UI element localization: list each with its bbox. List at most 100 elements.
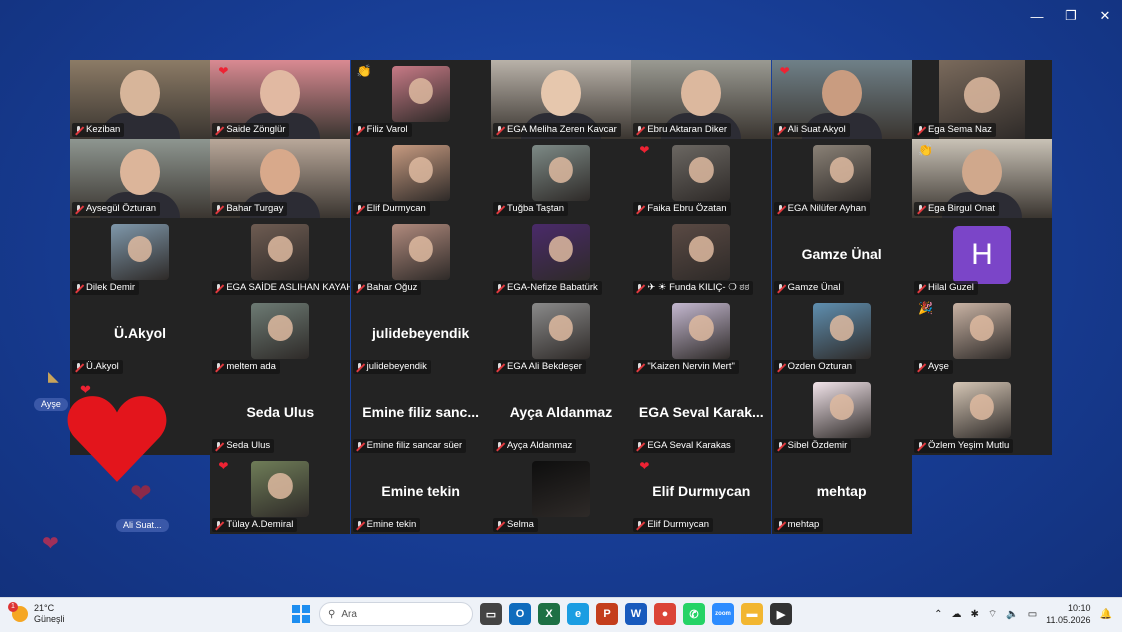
participant-tile[interactable]: ❤ Tülay A.Demiral xyxy=(210,455,351,534)
participant-tile[interactable]: Keziban xyxy=(70,60,210,139)
participant-tile[interactable]: EGA-Nefize Babatürk xyxy=(490,218,631,297)
weather-widget[interactable]: 1 21°C Güneşli xyxy=(8,602,65,625)
mic-muted-icon xyxy=(635,283,644,293)
participant-tile[interactable]: Ü.Akyol Ü.Akyol xyxy=(70,297,210,376)
participant-name-label: Aysegül Özturan xyxy=(72,202,161,216)
participant-tile[interactable]: Bahar Turgay xyxy=(210,139,351,218)
participant-name-label: Saide Zönglür xyxy=(212,123,290,137)
participant-tile[interactable]: 👏 Ega Birgul Onat xyxy=(911,139,1052,218)
participant-tile[interactable]: Emine filiz sanc... Emine filiz sancar sü… xyxy=(350,376,491,455)
search-placeholder: Ara xyxy=(341,608,357,620)
volume-icon[interactable]: 🔈 xyxy=(1006,609,1018,620)
participant-name: meltem ada xyxy=(226,361,276,372)
participant-display-name: EGA Seval Karak... xyxy=(638,404,764,420)
zoom-icon[interactable]: zoom xyxy=(712,603,734,625)
participant-tile[interactable]: julidebeyendik julidebeyendik xyxy=(350,297,491,376)
clock[interactable]: 10:10 11.05.2026 xyxy=(1046,602,1090,626)
participant-tile[interactable]: Emine tekin Emine tekin xyxy=(350,455,491,534)
participant-tile[interactable]: EGA Seval Karak... EGA Seval Karakas xyxy=(631,376,772,455)
close-button[interactable]: ✕ xyxy=(1088,0,1122,32)
participant-tile[interactable]: meltem ada xyxy=(210,297,351,376)
restore-button[interactable]: ❐ xyxy=(1054,0,1088,32)
heart-reaction-icon xyxy=(67,396,167,482)
participant-tile[interactable]: Ebru Aktaran Diker xyxy=(631,60,772,139)
participant-name-label: Ega Sema Naz xyxy=(913,123,996,137)
start-button[interactable] xyxy=(290,603,312,625)
cloud-icon[interactable]: ☁ xyxy=(951,609,961,620)
mic-muted-icon xyxy=(214,520,223,530)
bluetooth-icon[interactable]: ✱ xyxy=(970,609,978,620)
participant-tile[interactable]: ❤ Ali Suat Akyol xyxy=(771,60,912,139)
outlook-icon[interactable]: O xyxy=(509,603,531,625)
participant-name-label: Ayşe xyxy=(913,360,953,374)
mic-muted-icon xyxy=(214,441,223,451)
participant-tile[interactable]: Tuğba Taştan xyxy=(490,139,631,218)
participant-name: Dilek Demir xyxy=(86,282,136,293)
participant-name: Emine tekin xyxy=(366,519,417,530)
participant-name-label: Seda Ulus xyxy=(212,439,275,453)
mic-muted-icon xyxy=(635,125,644,135)
participant-tile[interactable]: EGA Ali Bekdeşer xyxy=(490,297,631,376)
participant-tile[interactable]: 🎉 Ayşe xyxy=(911,297,1052,376)
mic-muted-icon xyxy=(916,441,925,451)
participant-tile[interactable]: Ozden Ozturan xyxy=(771,297,912,376)
participant-video xyxy=(952,382,1011,438)
participant-tile[interactable]: "Kaizen Nervin Mert" xyxy=(631,297,772,376)
participant-display-name: Gamze Ünal xyxy=(801,246,882,262)
edge-icon[interactable]: e xyxy=(567,603,589,625)
participant-name: Bahar Oğuz xyxy=(366,282,418,293)
participant-name-label: Filiz Varol xyxy=(352,123,412,137)
participant-tile[interactable]: Selma xyxy=(490,455,631,534)
battery-icon[interactable]: ▭ xyxy=(1028,609,1037,620)
participant-tile[interactable]: Bahar Oğuz xyxy=(350,218,491,297)
participant-tile[interactable]: Aysegül Özturan xyxy=(70,139,210,218)
participant-name: EGA Nilüfer Ayhan xyxy=(787,203,867,214)
participant-tile[interactable]: ❤ Saide Zönglür xyxy=(210,60,351,139)
participant-tile[interactable]: Gamze Ünal Gamze Ünal xyxy=(771,218,912,297)
clock-date: 11.05.2026 xyxy=(1046,615,1091,625)
participant-tile[interactable]: H Hilal Guzel xyxy=(911,218,1052,297)
notification-bell-icon[interactable]: 🔔 xyxy=(1100,609,1112,620)
participant-tile[interactable]: 👏 Filiz Varol xyxy=(350,60,491,139)
whatsapp-icon[interactable]: ✆ xyxy=(683,603,705,625)
mic-muted-icon xyxy=(635,362,644,372)
participant-tile[interactable]: EGA SAİDE ASLIHAN KAYAH... xyxy=(210,218,351,297)
participant-name: Saide Zönglür xyxy=(226,124,286,135)
chevron-up-icon[interactable]: ⌃ xyxy=(934,609,942,620)
windows-icon xyxy=(292,605,310,623)
wifi-icon[interactable]: ⌔ xyxy=(988,608,997,621)
participant-tile[interactable]: Sibel Özdemir xyxy=(771,376,912,455)
heart-icon: ❤ xyxy=(130,478,152,508)
participant-name-label: Elif Durmуcan xyxy=(352,202,430,216)
minimize-button[interactable]: — xyxy=(1020,0,1054,32)
chrome-icon[interactable]: ● xyxy=(654,603,676,625)
mic-muted-icon xyxy=(74,362,83,372)
word-icon[interactable]: W xyxy=(625,603,647,625)
participant-tile[interactable]: ❤ Faika Ebru Özatan xyxy=(631,139,772,218)
participant-tile[interactable]: Özlem Yeşim Mutlu xyxy=(911,376,1052,455)
participant-tile[interactable]: Ega Sema Naz xyxy=(911,60,1052,139)
participant-tile[interactable]: Elif Durmуcan xyxy=(350,139,491,218)
participant-name-label: EGA Ali Bekdeşer xyxy=(492,360,586,374)
participant-tile[interactable]: Elif Durmıycan ❤ Elif Durmıycan xyxy=(631,455,772,534)
task-view-icon[interactable]: ▭ xyxy=(480,603,502,625)
powerpoint-icon[interactable]: P xyxy=(596,603,618,625)
participant-name-label: Bahar Turgay xyxy=(212,202,288,216)
participant-name-label: Sibel Özdemir xyxy=(773,439,852,453)
media-player-icon[interactable]: ▶ xyxy=(770,603,792,625)
participant-tile[interactable]: Ayça Aldanmaz Ayça Aldanmaz xyxy=(490,376,631,455)
face-shape xyxy=(829,394,854,420)
mic-muted-icon xyxy=(916,125,925,135)
reaction-name-bubble: Ayşe xyxy=(34,398,68,411)
participant-tile[interactable]: Seda Ulus Seda Ulus xyxy=(210,376,351,455)
participant-tile[interactable]: Dilek Demir xyxy=(70,218,210,297)
file-explorer-icon[interactable]: ▬ xyxy=(741,603,763,625)
participant-tile[interactable]: ✈ ☀ Funda KILIÇ- ❍ ಠಠ xyxy=(631,218,772,297)
participant-tile[interactable]: EGA Nilüfer Ayhan xyxy=(771,139,912,218)
taskbar-search[interactable]: ⚲ Ara xyxy=(319,602,473,626)
avatar: H xyxy=(952,226,1011,284)
participant-tile[interactable]: mehtap mehtap xyxy=(771,455,912,534)
participant-tile[interactable]: EGA Meliha Zeren Kavcar xyxy=(490,60,631,139)
excel-icon[interactable]: X xyxy=(538,603,560,625)
face-shape xyxy=(408,78,433,104)
